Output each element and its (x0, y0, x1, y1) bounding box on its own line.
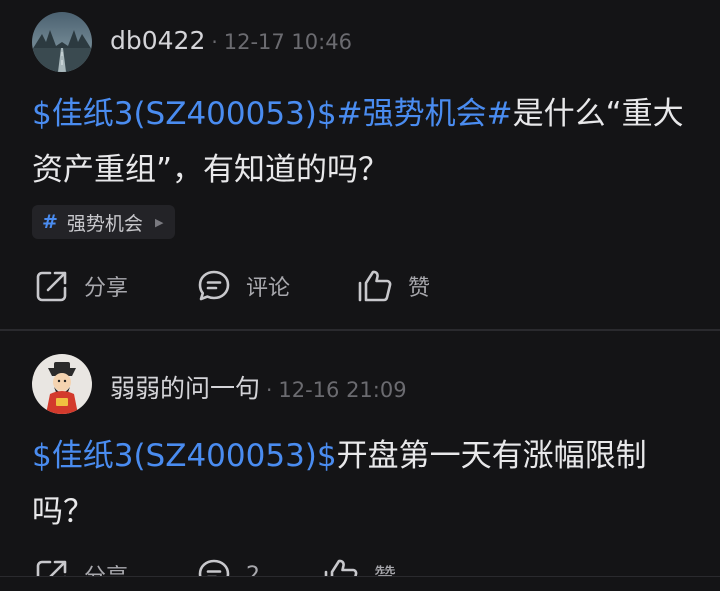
post-card[interactable]: db0422 · 12-17 10:46 $佳纸3(SZ400053)$#强势机… (0, 0, 720, 330)
like-button[interactable]: 赞 (356, 266, 430, 306)
meta-separator: · (211, 30, 218, 54)
comment-icon (198, 270, 230, 301)
share-button[interactable]: 分享 (34, 266, 128, 306)
action-bar: 分享 评论 赞 (0, 266, 720, 306)
share-icon (36, 271, 67, 302)
stock-link[interactable]: $佳纸3(SZ400053)$ (32, 96, 337, 132)
username[interactable]: db0422 (110, 26, 205, 55)
post-meta: db0422 · 12-17 10:46 (110, 26, 352, 55)
comment-label: 评论 (246, 276, 291, 301)
road-landscape-avatar-icon (32, 12, 92, 72)
topic-chip[interactable]: # 强势机会 ▶ (32, 205, 176, 239)
chevron-right-icon: ▶ (154, 215, 164, 229)
thumbs-up-icon (358, 270, 392, 302)
bottom-bar (0, 577, 720, 591)
topic-chip-label: 强势机会 (66, 212, 143, 235)
topic-link[interactable]: #强势机会# (337, 96, 513, 132)
username[interactable]: 弱弱的问一句 (110, 369, 260, 405)
share-label: 分享 (84, 276, 129, 301)
post-card[interactable]: 弱弱的问一句 · 12-16 21:09 $佳纸3(SZ400053)$开盘第一… (0, 331, 720, 591)
comment-button[interactable]: 评论 (196, 266, 290, 306)
post-meta: 弱弱的问一句 · 12-16 21:09 (110, 369, 407, 405)
like-label: 赞 (408, 276, 431, 301)
post-content[interactable]: $佳纸3(SZ400053)$开盘第一天有涨幅限制吗？ (32, 428, 692, 540)
user-avatar[interactable] (32, 354, 92, 414)
user-avatar[interactable] (32, 12, 92, 72)
fortune-god-avatar-icon (32, 354, 92, 414)
post-content[interactable]: $佳纸3(SZ400053)$#强势机会#是什么“重大资产重组”，有知道的吗？ (32, 86, 692, 198)
post-time: 12-17 10:46 (223, 30, 352, 54)
post-time: 12-16 21:09 (278, 378, 407, 402)
stock-link[interactable]: $佳纸3(SZ400053)$ (32, 438, 337, 474)
hash-icon: # (42, 211, 58, 233)
meta-separator: · (266, 378, 273, 402)
